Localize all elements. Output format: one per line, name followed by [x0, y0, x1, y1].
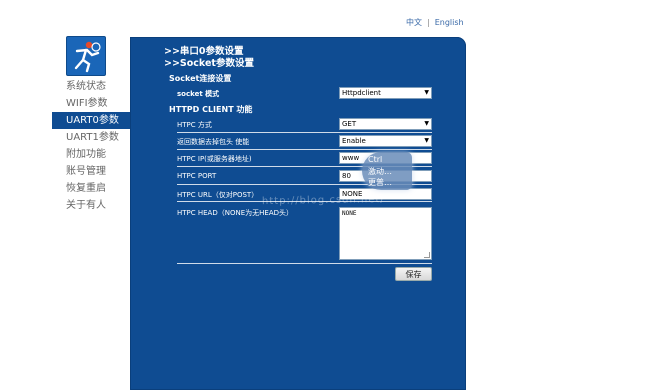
socket-mode-select[interactable]: Httpdclient ▼	[339, 87, 432, 99]
htpc-head-label: HTPC HEAD（NONE为无HEAD头）	[177, 209, 294, 217]
resize-grip-icon[interactable]	[424, 252, 430, 258]
runner-logo-icon	[74, 41, 101, 73]
strip-header-value: Enable	[342, 137, 366, 145]
ime-tooltip: Ctrl 激动… 更普…	[362, 152, 412, 190]
save-button[interactable]: 保存	[395, 267, 432, 281]
sidebar-item-restore[interactable]: 恢复重启	[52, 180, 132, 197]
htpc-head-value: NONE	[342, 210, 357, 217]
sidebar-item-system-status[interactable]: 系统状态	[52, 78, 132, 95]
sidebar-item-about[interactable]: 关于有人	[52, 197, 132, 214]
row-divider	[177, 149, 432, 150]
row-divider	[177, 263, 432, 264]
lang-zh-link[interactable]: 中文	[406, 18, 422, 27]
strip-header-label: 返回数据去掉包头 使能	[177, 138, 250, 146]
sidebar-item-extra[interactable]: 附加功能	[52, 146, 132, 163]
tooltip-line1: Ctrl	[368, 155, 383, 164]
sidebar-item-uart1[interactable]: UART1参数	[52, 129, 132, 146]
lang-en-link[interactable]: English	[435, 18, 464, 27]
breadcrumb-socket: >>Socket参数设置	[164, 58, 254, 69]
htpc-url-label: HTPC URL（仅对POST）	[177, 191, 259, 199]
brand-logo	[66, 36, 106, 76]
htpc-method-label: HTPC 方式	[177, 121, 212, 129]
socket-section-title: Socket连接设置	[169, 74, 232, 83]
sidebar-nav: 系统状态 WIFI参数 UART0参数 UART1参数 附加功能 账号管理 恢复…	[52, 78, 132, 214]
tooltip-line2: 激动…	[368, 167, 392, 176]
htpc-method-value: GET	[342, 120, 357, 128]
row-divider	[177, 132, 432, 133]
watermark-text: http://blog.csdn.net/	[261, 193, 385, 208]
htpc-port-label: HTPC PORT	[177, 172, 217, 180]
tooltip-line3: 更普…	[368, 178, 392, 187]
lang-separator: |	[427, 18, 430, 27]
dropdown-arrow-icon: ▼	[424, 137, 429, 144]
dropdown-arrow-icon: ▼	[424, 89, 429, 96]
socket-mode-label: socket 模式	[177, 90, 220, 98]
sidebar-item-account[interactable]: 账号管理	[52, 163, 132, 180]
htpc-method-select[interactable]: GET ▼	[339, 118, 432, 130]
socket-mode-value: Httpdclient	[342, 89, 381, 97]
httpd-section-title: HTTPD CLIENT 功能	[169, 105, 253, 114]
htpc-head-textarea[interactable]: NONE	[339, 207, 432, 260]
htpc-ip-label: HTPC IP(或服务器地址)	[177, 155, 252, 163]
strip-header-select[interactable]: Enable ▼	[339, 135, 432, 147]
dropdown-arrow-icon: ▼	[424, 120, 429, 127]
sidebar-item-uart0[interactable]: UART0参数	[52, 112, 132, 129]
settings-panel: >>串口0参数设置 >>Socket参数设置 Socket连接设置 socket…	[130, 37, 466, 390]
sidebar-item-wifi[interactable]: WIFI参数	[52, 95, 132, 112]
language-switcher: 中文 | English	[406, 17, 464, 28]
